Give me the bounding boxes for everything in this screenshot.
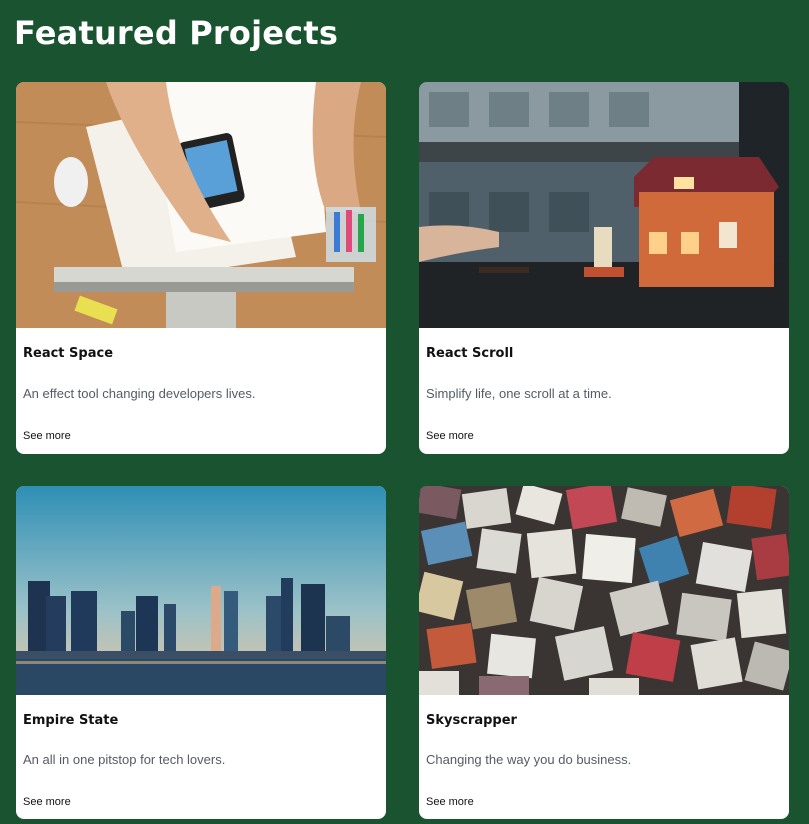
project-image-bricks (419, 486, 789, 695)
project-image-toy-house (419, 82, 789, 328)
see-more-link[interactable]: See more (23, 796, 71, 808)
project-card: Empire State An all in one pitstop for t… (16, 486, 386, 819)
see-more-link[interactable]: See more (23, 430, 71, 442)
project-description: Changing the way you do business. (426, 752, 632, 767)
project-title: React Space (23, 346, 114, 361)
project-card: Skyscrapper Changing the way you do busi… (419, 486, 789, 819)
project-description: Simplify life, one scroll at a time. (426, 386, 612, 401)
project-title: Empire State (23, 713, 119, 728)
project-description: An effect tool changing developers lives… (23, 386, 256, 401)
page-title: Featured Projects (14, 14, 339, 52)
project-card: React Space An effect tool changing deve… (16, 82, 386, 454)
project-image-desk (16, 82, 386, 328)
project-image-skyline (16, 486, 386, 695)
project-card: React Scroll Simplify life, one scroll a… (419, 82, 789, 454)
project-title: React Scroll (426, 346, 514, 361)
project-title: Skyscrapper (426, 713, 517, 728)
see-more-link[interactable]: See more (426, 796, 474, 808)
see-more-link[interactable]: See more (426, 430, 474, 442)
project-description: An all in one pitstop for tech lovers. (23, 752, 226, 767)
